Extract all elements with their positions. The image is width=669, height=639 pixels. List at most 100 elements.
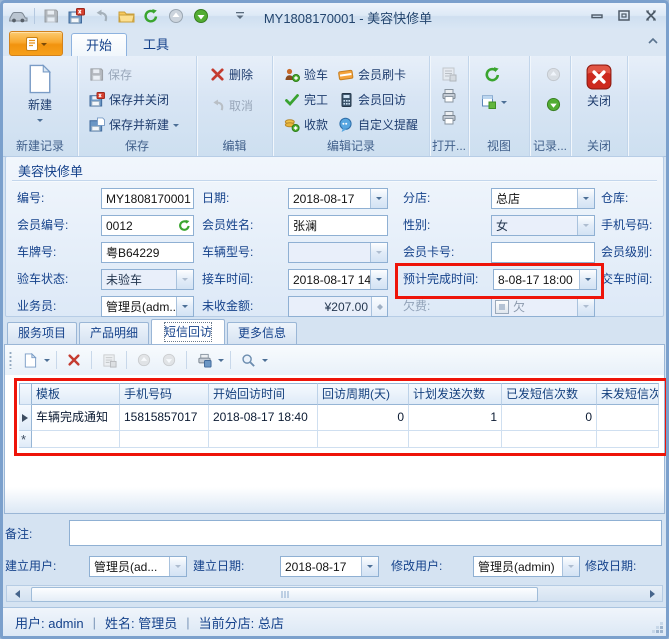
record-down-icon[interactable] (191, 6, 211, 26)
tab-home[interactable]: 开始 (71, 33, 127, 57)
lookup-refresh-icon[interactable] (176, 216, 193, 235)
salesman-field[interactable]: 管理员(adm... (101, 296, 194, 317)
save-button[interactable]: 保存 (86, 64, 182, 85)
delete-row-icon[interactable] (63, 350, 85, 370)
finish-button[interactable]: 完工 (281, 89, 331, 110)
column-header[interactable]: 手机号码 (120, 383, 209, 405)
column-header[interactable]: 回访周期(天) (318, 383, 409, 405)
report-preview-icon[interactable] (438, 64, 460, 84)
search-icon[interactable] (237, 350, 259, 370)
custom-remind-button[interactable]: 自定义提醒 (335, 114, 421, 135)
add-row-icon[interactable] (19, 350, 41, 370)
scrollbar-thumb[interactable] (31, 587, 538, 602)
chevron-down-icon[interactable] (44, 359, 50, 365)
arrears-field[interactable]: 欠 (491, 296, 595, 317)
tab-tools[interactable]: 工具 (129, 33, 183, 56)
column-header[interactable]: 计划发送次数 (409, 383, 502, 405)
print-icon[interactable] (438, 86, 460, 106)
collect-payment-button[interactable]: 收款 (281, 114, 331, 135)
save-and-new-button[interactable]: 保存并新建 (86, 114, 182, 135)
scroll-right-icon[interactable] (646, 586, 662, 601)
save-and-close-button[interactable]: 保存并关闭 (86, 89, 182, 110)
grid-cell[interactable]: 车辆完成通知 (32, 405, 120, 431)
create-user-field[interactable]: 管理员(ad... (89, 556, 187, 577)
refresh-icon[interactable] (141, 6, 161, 26)
minimize-button[interactable] (590, 8, 604, 22)
chevron-down-icon[interactable] (370, 189, 387, 208)
column-header[interactable]: 已发短信次数 (502, 383, 597, 405)
refresh-view-icon[interactable] (481, 64, 503, 84)
member-no-field[interactable]: 0012 (101, 215, 194, 236)
column-header[interactable]: 开始回访时间 (209, 383, 318, 405)
cancel-button[interactable]: 取消 (207, 95, 256, 116)
print-export-icon[interactable] (193, 350, 215, 370)
previous-record-icon[interactable] (542, 64, 564, 84)
record-up-icon[interactable] (166, 6, 186, 26)
grid-cell[interactable]: 2018-08-17 18:40 (209, 405, 318, 431)
chevron-down-icon[interactable] (361, 557, 378, 576)
tab-product-detail[interactable]: 产品明细 (79, 322, 149, 344)
next-record-icon[interactable] (542, 94, 564, 114)
resize-grip-icon[interactable] (660, 630, 663, 633)
receive-time-field[interactable]: 2018-08-17 14 (288, 269, 388, 290)
chevron-down-icon[interactable] (218, 359, 224, 365)
collapse-ribbon-icon[interactable] (648, 37, 658, 44)
undo-icon[interactable] (91, 6, 111, 26)
save-icon[interactable] (41, 6, 61, 26)
order-no-field[interactable]: MY1808170001 (101, 188, 194, 209)
inspect-car-button[interactable]: 验车 (281, 64, 331, 85)
gender-field[interactable]: 女 (491, 215, 595, 236)
grid-cell[interactable]: 1 (409, 405, 502, 431)
member-name-field[interactable]: 张澜 (288, 215, 388, 236)
delete-button[interactable]: 删除 (207, 64, 256, 85)
remark-input[interactable] (69, 520, 662, 546)
grid-cell-empty[interactable] (502, 431, 597, 448)
new-row-selector[interactable]: * (19, 431, 32, 448)
row-selector[interactable] (19, 405, 32, 431)
grid-cell[interactable]: 0 (318, 405, 409, 431)
grid-cell-empty[interactable] (120, 431, 209, 448)
print-preview-icon[interactable] (438, 108, 460, 128)
close-window-button[interactable] (644, 8, 658, 22)
member-card-field[interactable] (491, 242, 595, 263)
date-field[interactable]: 2018-08-17 (288, 188, 388, 209)
expected-time-field[interactable]: 8-08-17 18:00 (493, 269, 597, 290)
new-button[interactable]: 新建 (21, 61, 59, 128)
horizontal-scrollbar[interactable] (6, 585, 663, 602)
grid-cell[interactable] (597, 405, 659, 431)
grid-cell[interactable]: 0 (502, 405, 597, 431)
chevron-down-icon[interactable] (577, 189, 594, 208)
restore-button[interactable] (617, 8, 631, 22)
grid-cell-empty[interactable] (409, 431, 502, 448)
chevron-down-icon[interactable] (176, 297, 193, 316)
branch-field[interactable]: 总店 (491, 188, 595, 209)
column-header[interactable]: 未发短信次数 (597, 383, 659, 405)
layout-view-button[interactable] (481, 94, 507, 110)
unpaid-amount-field[interactable]: ¥207.00 (288, 296, 388, 317)
row-preview-icon[interactable] (98, 350, 120, 370)
tab-more-info[interactable]: 更多信息 (227, 322, 297, 344)
grid-cell-empty[interactable] (209, 431, 318, 448)
close-form-button[interactable]: 关闭 (580, 61, 618, 112)
toolbar-grip-icon[interactable] (9, 351, 12, 369)
grid-cell-empty[interactable] (318, 431, 409, 448)
grid-cell-empty[interactable] (597, 431, 659, 448)
move-down-icon[interactable] (158, 350, 180, 370)
tab-sms-followup[interactable]: 短信回访 (151, 319, 225, 344)
chevron-down-icon[interactable] (370, 270, 387, 289)
move-up-icon[interactable] (133, 350, 155, 370)
member-swipe-button[interactable]: 会员刷卡 (335, 64, 421, 85)
grid-cell[interactable]: 15815857017 (120, 405, 209, 431)
chevron-down-icon[interactable] (262, 359, 268, 365)
tab-service-items[interactable]: 服务项目 (7, 322, 77, 344)
modify-user-field[interactable]: 管理员(admin) (473, 556, 580, 577)
scroll-left-icon[interactable] (7, 586, 23, 601)
grid-cell-empty[interactable] (32, 431, 120, 448)
open-icon[interactable] (116, 6, 136, 26)
inspect-status-field[interactable]: 未验车 (101, 269, 194, 290)
create-date-field[interactable]: 2018-08-17 (280, 556, 379, 577)
member-visit-button[interactable]: 会员回访 (335, 89, 421, 110)
chevron-down-icon[interactable] (579, 270, 596, 289)
save-and-close-icon[interactable] (66, 6, 86, 26)
application-menu-button[interactable] (9, 31, 63, 56)
